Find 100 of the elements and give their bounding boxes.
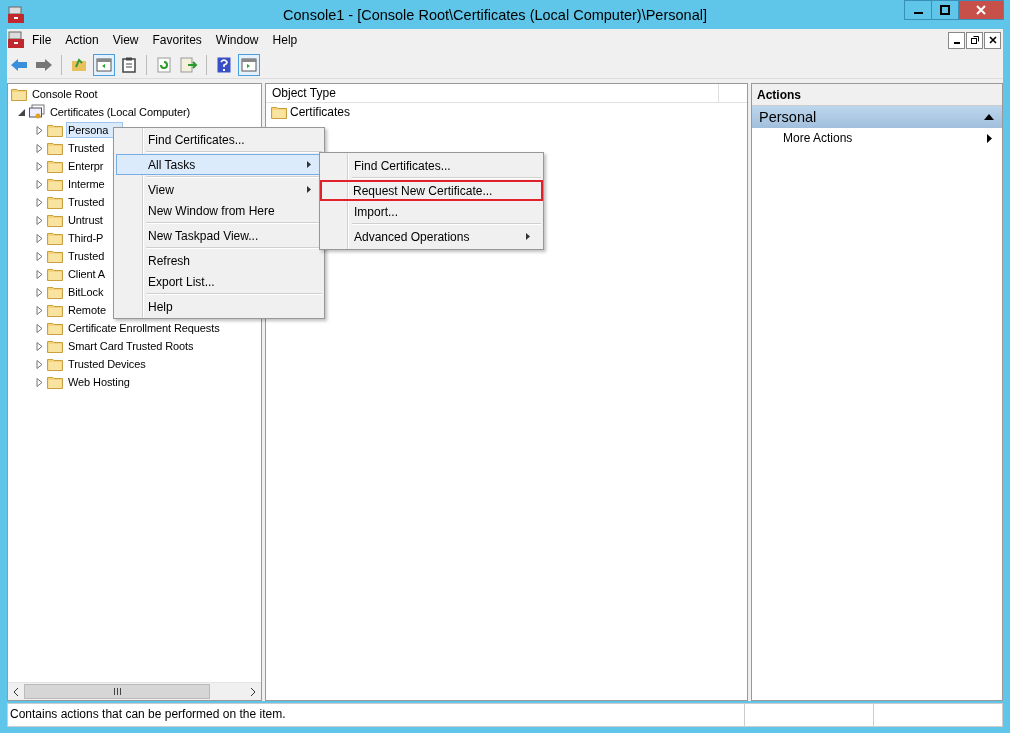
tree-item[interactable]: Console Root bbox=[30, 86, 100, 102]
show-action-pane-button[interactable] bbox=[238, 53, 260, 76]
scroll-thumb[interactable] bbox=[24, 684, 210, 699]
tree-item[interactable]: Enterpr bbox=[66, 158, 106, 174]
status-text: Contains actions that can be performed on the item. bbox=[9, 706, 287, 723]
maximize-button[interactable] bbox=[931, 0, 959, 20]
tree-item[interactable]: Remote bbox=[66, 302, 108, 318]
expand-icon[interactable] bbox=[36, 197, 44, 207]
menu-item[interactable]: Export List... bbox=[116, 271, 322, 292]
folder-icon bbox=[47, 267, 63, 281]
menu-item[interactable]: Refresh bbox=[116, 250, 322, 271]
folder-icon bbox=[47, 285, 63, 299]
certificate-icon bbox=[29, 104, 45, 120]
menu-item[interactable]: Favorites bbox=[145, 33, 209, 47]
minimize-button[interactable] bbox=[904, 0, 932, 20]
expand-icon[interactable] bbox=[36, 143, 44, 153]
folder-icon bbox=[11, 87, 27, 101]
folder-icon bbox=[71, 57, 87, 72]
menu-item[interactable]: File bbox=[25, 33, 59, 47]
expand-icon[interactable] bbox=[36, 179, 44, 189]
export-icon bbox=[180, 56, 198, 73]
expand-icon[interactable] bbox=[36, 359, 44, 369]
submenu-arrow-icon bbox=[526, 233, 530, 240]
submenu-arrow-icon bbox=[307, 161, 311, 168]
folder-icon bbox=[47, 231, 63, 245]
menu-item[interactable]: Help bbox=[116, 296, 322, 317]
menu-item[interactable]: Find Certificates... bbox=[322, 155, 541, 176]
expand-icon[interactable] bbox=[36, 251, 44, 261]
horizontal-scrollbar[interactable] bbox=[8, 682, 261, 700]
folder-icon bbox=[47, 357, 63, 371]
expand-icon[interactable] bbox=[36, 323, 44, 333]
section-title: Personal bbox=[759, 109, 817, 125]
menu-item[interactable]: Action bbox=[58, 33, 106, 47]
folder-icon bbox=[47, 159, 63, 173]
minimize-icon bbox=[913, 12, 923, 14]
folder-icon bbox=[47, 321, 63, 335]
expand-icon[interactable] bbox=[36, 269, 44, 279]
tree-item[interactable]: Untrust bbox=[66, 212, 105, 228]
folder-icon bbox=[47, 249, 63, 263]
left-arrow-icon bbox=[10, 57, 28, 72]
maximize-icon bbox=[940, 5, 950, 15]
tree-item[interactable]: Client A bbox=[66, 266, 108, 282]
clipboard-icon bbox=[122, 56, 136, 73]
minimize-icon bbox=[953, 41, 960, 44]
folder-icon bbox=[47, 177, 63, 191]
expand-icon[interactable] bbox=[36, 305, 44, 315]
tree-item[interactable]: BitLock bbox=[66, 284, 106, 300]
restore-icon bbox=[970, 36, 979, 44]
tree-item[interactable]: Smart Card Trusted Roots bbox=[66, 338, 196, 354]
pane-icon bbox=[241, 57, 257, 72]
submenu-arrow-icon bbox=[987, 133, 992, 143]
folder-icon bbox=[47, 375, 63, 389]
window-title: Console1 - [Console Root\Certificates (Local Computer)\Personal] bbox=[282, 6, 708, 23]
tree-item[interactable]: Trusted Devices bbox=[66, 356, 148, 372]
menu-item[interactable]: Advanced Operations bbox=[322, 226, 541, 247]
list-item[interactable]: Certificates bbox=[290, 105, 351, 119]
pane-icon bbox=[96, 57, 112, 72]
column-header[interactable]: Object Type bbox=[266, 84, 719, 102]
tree-item[interactable]: Third-P bbox=[66, 230, 106, 246]
tree-item[interactable]: Trusted bbox=[66, 140, 107, 156]
right-arrow-icon bbox=[35, 57, 53, 72]
menu-item[interactable]: View bbox=[105, 33, 146, 47]
submenu-arrow-icon bbox=[307, 186, 311, 193]
folder-icon bbox=[47, 141, 63, 155]
collapse-icon[interactable] bbox=[18, 107, 26, 117]
action-link[interactable]: More Actions bbox=[783, 131, 853, 145]
grip-icon bbox=[112, 688, 122, 695]
menu-item[interactable]: Window bbox=[208, 33, 266, 47]
collapse-icon bbox=[984, 114, 994, 120]
folder-icon bbox=[47, 213, 63, 227]
folder-icon bbox=[47, 303, 63, 317]
menu-item[interactable]: New Window from Here bbox=[116, 200, 322, 221]
close-button[interactable] bbox=[984, 31, 1001, 49]
menu-item[interactable]: Import... bbox=[322, 201, 541, 222]
actions-header: Actions bbox=[752, 84, 1002, 106]
tree-item[interactable]: Web Hosting bbox=[66, 374, 132, 390]
menu-item[interactable]: Help bbox=[265, 33, 305, 47]
menu-item[interactable]: New Taskpad View... bbox=[116, 225, 322, 246]
menu-item[interactable]: Request New Certificate... bbox=[320, 180, 543, 201]
expand-icon[interactable] bbox=[36, 377, 44, 387]
tree-item[interactable]: Certificate Enrollment Requests bbox=[66, 320, 222, 336]
expand-icon[interactable] bbox=[36, 215, 44, 225]
help-icon bbox=[217, 56, 231, 73]
expand-icon[interactable] bbox=[36, 233, 44, 243]
menu-item[interactable]: All Tasks bbox=[116, 154, 322, 175]
tree-item[interactable]: Interme bbox=[66, 176, 107, 192]
expand-icon[interactable] bbox=[36, 125, 44, 135]
tree-item[interactable]: Trusted bbox=[66, 248, 107, 264]
expand-icon[interactable] bbox=[36, 287, 44, 297]
tree-item[interactable]: Certificates (Local Computer) bbox=[48, 104, 193, 120]
minimize-button[interactable] bbox=[948, 31, 965, 49]
expand-icon[interactable] bbox=[36, 341, 44, 351]
expand-icon[interactable] bbox=[36, 161, 44, 171]
menu-item[interactable]: View bbox=[116, 179, 322, 200]
close-icon bbox=[976, 5, 986, 15]
tree-item[interactable]: Trusted bbox=[66, 194, 107, 210]
actions-section-header[interactable]: Personal bbox=[752, 106, 1002, 128]
folder-icon bbox=[47, 339, 63, 353]
restore-button[interactable] bbox=[966, 31, 983, 49]
folder-icon bbox=[47, 123, 63, 137]
